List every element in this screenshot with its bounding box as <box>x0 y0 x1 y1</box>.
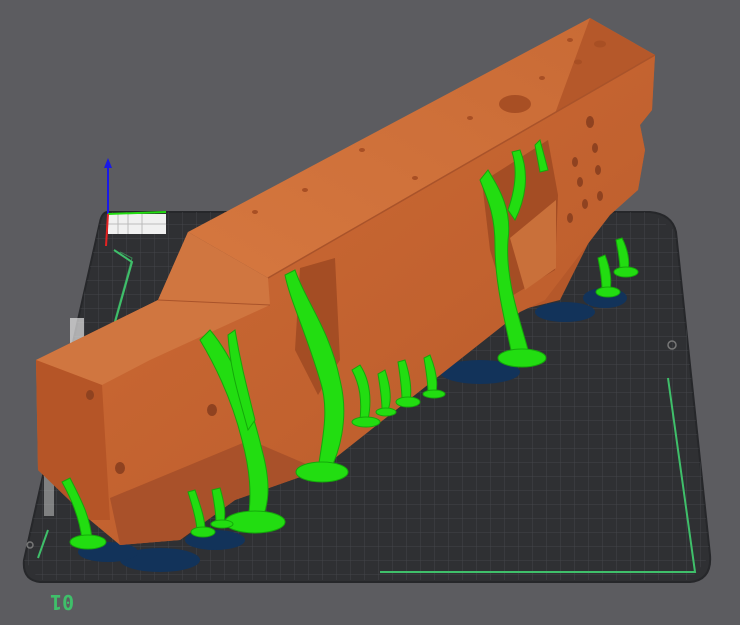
3d-viewport[interactable] <box>0 0 740 625</box>
bed-number-label: 01 <box>50 590 75 614</box>
axis-gizmo <box>104 158 167 247</box>
